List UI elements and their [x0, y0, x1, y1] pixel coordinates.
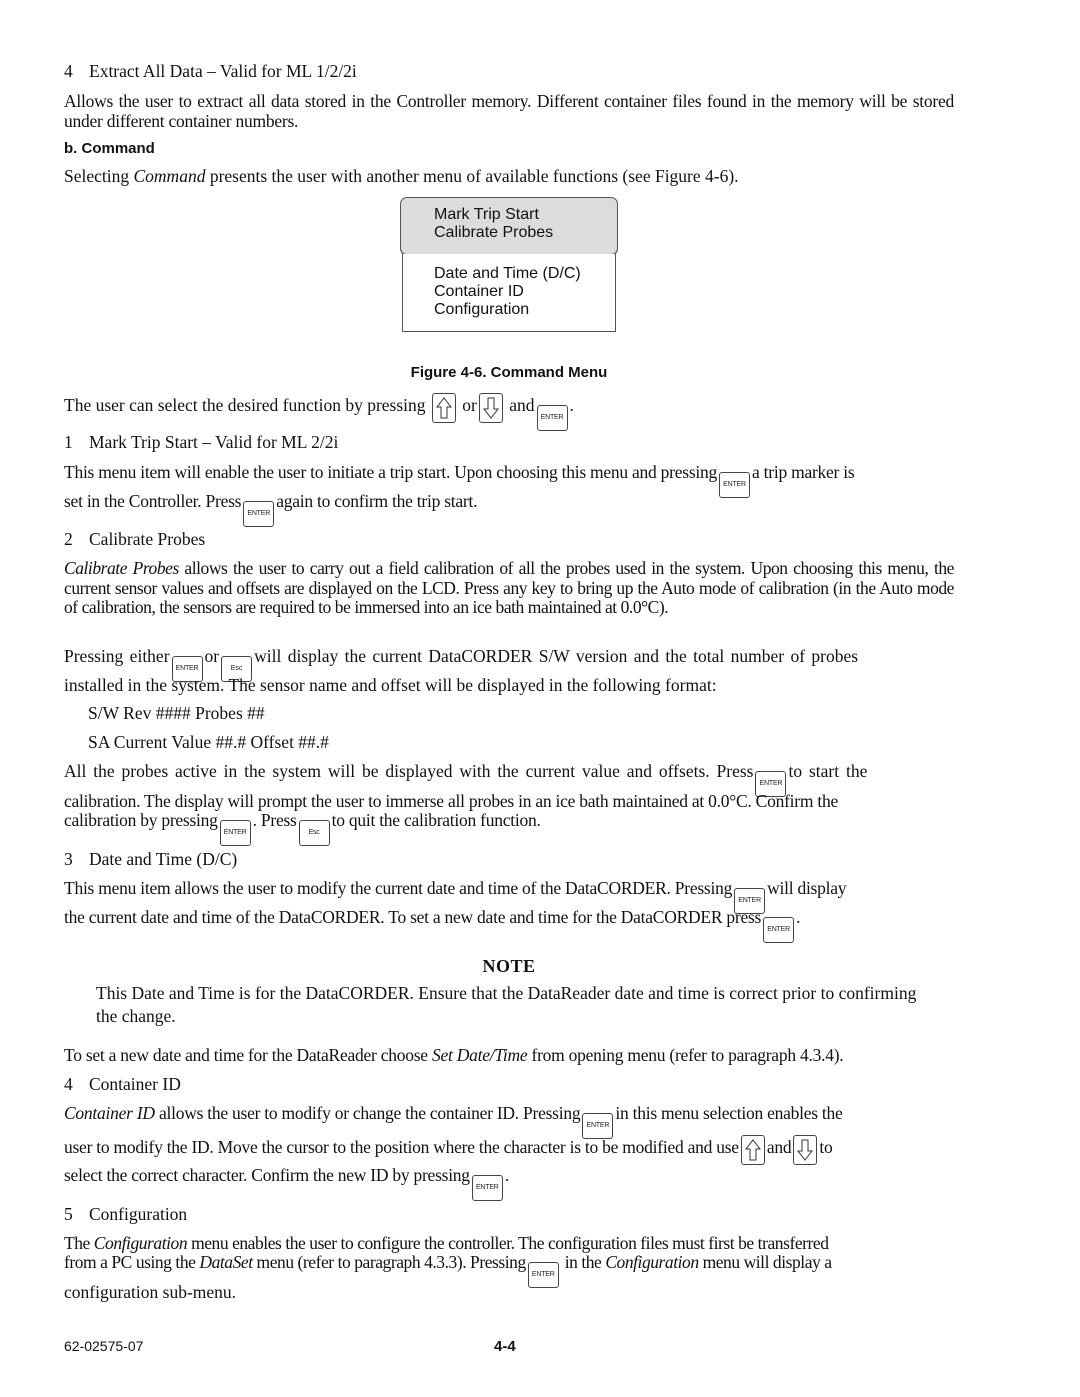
note-title: NOTE [482, 956, 536, 976]
container-line1: Container ID allows the user to modify o… [64, 1103, 954, 1139]
datetime-line2: the current date and time of the DataCOR… [64, 907, 954, 943]
menu-item-configuration: Configuration [434, 301, 530, 318]
extract-heading: 4 Extract All Data – Valid for ML 1/2/2i [64, 61, 357, 81]
enter-key-icon: ENTER [763, 917, 795, 943]
calibrate-prompt-line: calibration. The display will prompt the… [64, 791, 838, 811]
down-arrow-key-icon [478, 393, 503, 423]
extract-body: Allows the user to extract all data stor… [64, 91, 954, 131]
format-line-1: S/W Rev #### Probes ## [88, 703, 265, 723]
up-arrow-key-icon [740, 1135, 765, 1165]
enter-key-icon: ENTER [243, 501, 275, 527]
mark-trip-line2: set in the Controller. PressENTERagain t… [64, 491, 954, 527]
menu-item-container-id: Container ID [434, 283, 524, 300]
enter-key-icon: ENTER [536, 405, 568, 431]
calibrate-heading: 2 Calibrate Probes [64, 529, 206, 549]
select-instruction: The user can select the desired function… [64, 393, 954, 431]
datareader-line: To set a new date and time for the DataR… [64, 1045, 844, 1065]
enter-key-icon: ENTER [219, 820, 251, 846]
calibrate-installed-line: installed in the system. The sensor name… [64, 675, 717, 695]
format-line-2: SA Current Value ##.# Offset ##.# [88, 732, 329, 752]
configuration-line1: The Configuration menu enables the user … [64, 1233, 829, 1253]
note-body: This Date and Time is for the DataCORDER… [96, 983, 917, 1026]
calibrate-body: Calibrate Probes allows the user to carr… [64, 558, 954, 617]
container-line3: select the correct character. Confirm th… [64, 1165, 954, 1201]
configuration-heading: 5 Configuration [64, 1204, 188, 1224]
menu-item-mark-trip-start: Mark Trip Start [434, 206, 539, 223]
document-number: 62-02575-07 [64, 1338, 144, 1354]
container-line2: user to modify the ID. Move the cursor t… [64, 1135, 954, 1165]
command-intro: Selecting Command presents the user with… [64, 166, 739, 186]
command-heading: b. Command [64, 140, 155, 157]
up-arrow-key-icon [431, 393, 456, 423]
configuration-line3: configuration sub-menu. [64, 1282, 237, 1302]
down-arrow-key-icon [793, 1135, 818, 1165]
container-heading: 4 Container ID [64, 1074, 181, 1094]
menu-item-date-time: Date and Time (D/C) [434, 265, 581, 282]
datetime-heading: 3 Date and Time (D/C) [64, 849, 238, 869]
enter-key-icon: ENTER [471, 1175, 503, 1201]
figure-caption: Figure 4-6. Command Menu [410, 364, 608, 381]
mark-trip-heading: 1 Mark Trip Start – Valid for ML 2/2i [64, 432, 339, 452]
page-number: 4-4 [494, 1338, 516, 1355]
esc-key-icon: Esc [298, 820, 330, 846]
menu-item-calibrate-probes: Calibrate Probes [434, 224, 554, 241]
calibrate-confirm-line: calibration by pressingENTER. PressEscto… [64, 810, 954, 846]
